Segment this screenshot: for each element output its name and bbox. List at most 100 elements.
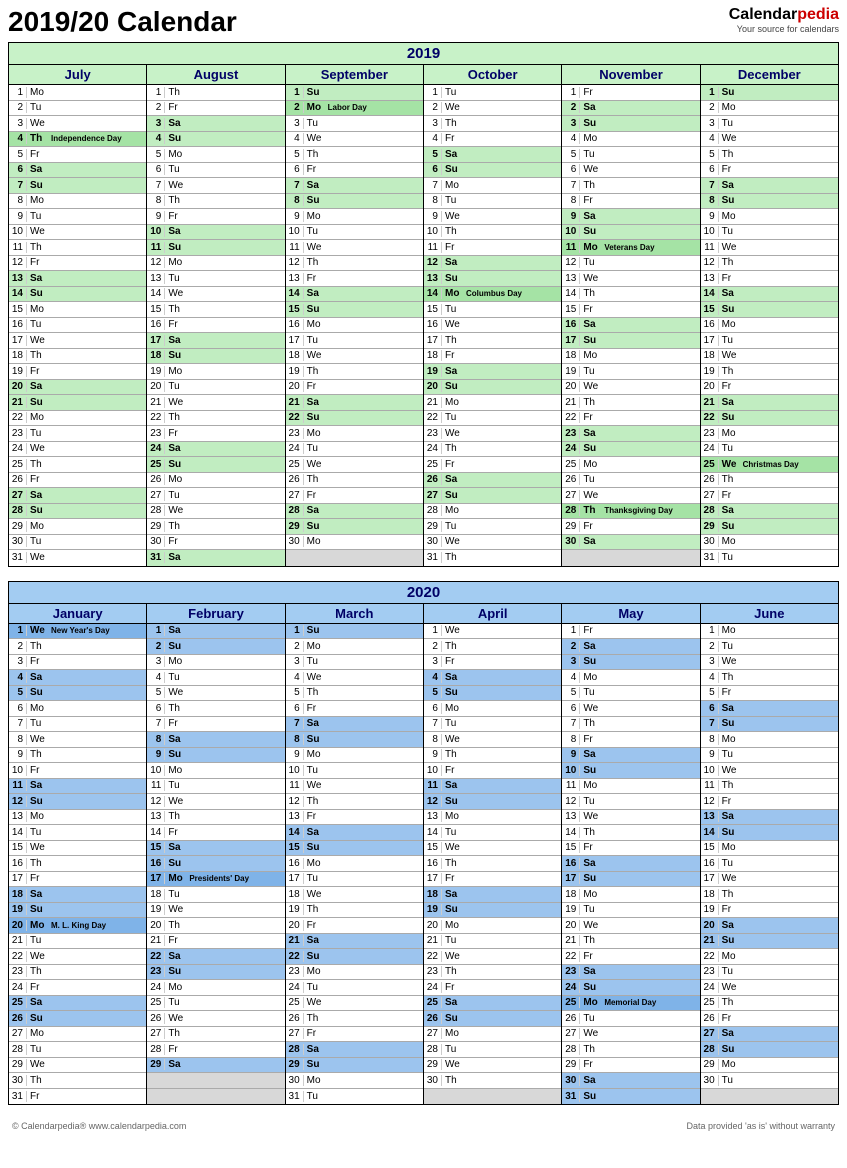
day-dow: Th xyxy=(165,412,187,423)
day-num: 7 xyxy=(562,180,580,191)
day-dow: Su xyxy=(580,335,602,346)
day-row: 12Tu xyxy=(562,256,699,272)
day-dow: Tu xyxy=(580,149,602,160)
day-num: 28 xyxy=(9,505,27,516)
day-num: 8 xyxy=(286,734,304,745)
day-row: 3Th xyxy=(424,116,561,132)
month-col: February1Sa2Su3Mo4Tu5We6Th7Fr8Sa9Su10Mo1… xyxy=(146,603,284,1105)
day-num: 27 xyxy=(9,490,27,501)
day-num: 16 xyxy=(424,858,442,869)
day-num: 31 xyxy=(9,1091,27,1102)
day-row: 27Fr xyxy=(286,488,423,504)
day-row: 16We xyxy=(424,318,561,334)
day-row: 25WeChristmas Day xyxy=(701,457,838,473)
day-num: 9 xyxy=(424,749,442,760)
day-row: 26Su xyxy=(424,1011,561,1027)
day-row: 23Mo xyxy=(286,965,423,981)
day-dow: Tu xyxy=(165,997,187,1008)
day-dow: Sa xyxy=(442,780,464,791)
day-row: 15Th xyxy=(147,302,284,318)
day-dow: Sa xyxy=(27,273,49,284)
day-dow: Mo xyxy=(304,319,326,330)
day-dow: Sa xyxy=(580,536,602,547)
day-dow: Sa xyxy=(165,118,187,129)
day-num: 22 xyxy=(424,412,442,423)
day-num: 11 xyxy=(286,242,304,253)
day-holiday: M. L. King Day xyxy=(49,921,146,930)
day-dow: Sa xyxy=(27,780,49,791)
day-num: 19 xyxy=(286,366,304,377)
day-dow: Tu xyxy=(165,273,187,284)
day-row: 31Su xyxy=(562,1089,699,1105)
day-dow: Tu xyxy=(304,765,326,776)
day-num: 27 xyxy=(9,1028,27,1039)
day-row: 31Tu xyxy=(701,550,838,566)
day-dow: Fr xyxy=(165,935,187,946)
day-num: 13 xyxy=(286,811,304,822)
day-dow: Fr xyxy=(27,656,49,667)
day-dow: Mo xyxy=(165,982,187,993)
day-row: 26Mo xyxy=(147,473,284,489)
day-num: 5 xyxy=(562,687,580,698)
day-dow: Tu xyxy=(719,226,741,237)
day-row: 7Su xyxy=(9,178,146,194)
day-row: 26Tu xyxy=(562,473,699,489)
day-dow: Th xyxy=(442,966,464,977)
day-dow: Th xyxy=(304,687,326,698)
day-dow: Th xyxy=(580,1044,602,1055)
day-row: 11We xyxy=(286,779,423,795)
day-row: 5Su xyxy=(9,686,146,702)
day-num: 17 xyxy=(562,873,580,884)
day-row: 19Sa xyxy=(424,364,561,380)
day-num: 14 xyxy=(9,827,27,838)
day-row: 4Su xyxy=(147,132,284,148)
day-num: 15 xyxy=(286,842,304,853)
day-dow: Sa xyxy=(165,552,187,563)
day-dow: Su xyxy=(442,904,464,915)
day-num: 12 xyxy=(562,257,580,268)
day-num: 28 xyxy=(147,1044,165,1055)
day-num: 27 xyxy=(424,1028,442,1039)
day-dow: Sa xyxy=(27,490,49,501)
day-row: 8Mo xyxy=(701,732,838,748)
day-row: 10Th xyxy=(424,225,561,241)
day-row: 25Su xyxy=(147,457,284,473)
day-row: 9Su xyxy=(147,748,284,764)
day-dow: Mo xyxy=(165,873,187,884)
day-row: 26Fr xyxy=(9,473,146,489)
day-num: 3 xyxy=(9,118,27,129)
day-num: 11 xyxy=(9,780,27,791)
day-num: 5 xyxy=(9,687,27,698)
day-num: 1 xyxy=(701,87,719,98)
day-row: 3We xyxy=(9,116,146,132)
day-dow: We xyxy=(580,490,602,501)
day-row: 11Sa xyxy=(424,779,561,795)
day-row: 28Su xyxy=(9,504,146,520)
day-row: 21Sa xyxy=(286,934,423,950)
day-dow: Su xyxy=(304,842,326,853)
day-dow: Mo xyxy=(580,997,602,1008)
day-num: 17 xyxy=(701,335,719,346)
day-row: 13Tu xyxy=(147,271,284,287)
day-row: 28Mo xyxy=(424,504,561,520)
day-dow: Th xyxy=(719,672,741,683)
day-row: 23Fr xyxy=(147,426,284,442)
day-row: 26Tu xyxy=(562,1011,699,1027)
day-dow: Tu xyxy=(442,1044,464,1055)
day-dow: Fr xyxy=(719,381,741,392)
day-dow: Tu xyxy=(719,858,741,869)
day-row: 22Su xyxy=(286,411,423,427)
day-row: 6Fr xyxy=(286,701,423,717)
day-dow: Tu xyxy=(165,164,187,175)
day-dow: Th xyxy=(165,920,187,931)
day-row: 29Tu xyxy=(424,519,561,535)
day-num: 4 xyxy=(147,672,165,683)
day-num: 20 xyxy=(701,920,719,931)
day-num: 28 xyxy=(701,505,719,516)
day-row: 15Fr xyxy=(562,841,699,857)
day-dow: Sa xyxy=(27,997,49,1008)
day-row: 3Su xyxy=(562,655,699,671)
day-dow: Mo xyxy=(719,428,741,439)
day-num: 11 xyxy=(147,242,165,253)
day-num: 2 xyxy=(147,102,165,113)
